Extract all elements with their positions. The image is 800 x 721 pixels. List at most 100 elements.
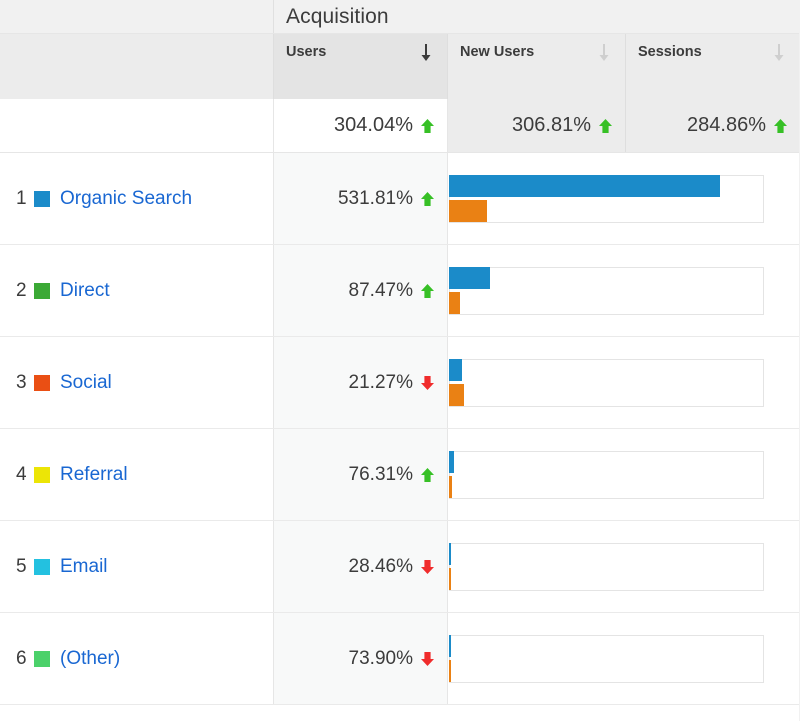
row-users-cell: 28.46% bbox=[274, 521, 448, 612]
row-dimension-cell: 6 (Other) bbox=[0, 613, 274, 704]
row-users-value: 21.27% bbox=[348, 371, 413, 393]
table-summary-row: 304.04% 306.81% 284.86% bbox=[0, 99, 800, 153]
bar-new-users bbox=[449, 383, 464, 406]
row-bar-chart-cell bbox=[448, 245, 800, 336]
table-row: 1 Organic Search 531.81% bbox=[0, 153, 800, 245]
arrow-up-icon bbox=[420, 467, 435, 483]
row-dimension-link[interactable]: Referral bbox=[60, 464, 128, 486]
row-users-value: 73.90% bbox=[348, 647, 413, 669]
row-users-cell: 87.47% bbox=[274, 245, 448, 336]
bar-users bbox=[449, 266, 490, 289]
row-bar-chart-cell bbox=[448, 337, 800, 428]
arrow-up-icon bbox=[420, 118, 435, 134]
row-users-cell: 73.90% bbox=[274, 613, 448, 704]
column-header-users[interactable]: Users bbox=[274, 34, 448, 99]
summary-sessions-value: 284.86% bbox=[687, 114, 766, 136]
table-body: 1 Organic Search 531.81% 2 Direct 87.47% 3 Soci… bbox=[0, 153, 800, 705]
summary-new-users-value: 306.81% bbox=[512, 114, 591, 136]
table-row: 2 Direct 87.47% bbox=[0, 245, 800, 337]
arrow-up-icon bbox=[420, 283, 435, 299]
row-dimension-link[interactable]: Organic Search bbox=[60, 188, 192, 210]
sort-descending-arrow-icon[interactable] bbox=[598, 44, 610, 62]
table-row: 4 Referral 76.31% bbox=[0, 429, 800, 521]
acquisition-group-label: Acquisition bbox=[286, 4, 389, 28]
row-users-cell: 21.27% bbox=[274, 337, 448, 428]
row-users-value: 87.47% bbox=[348, 279, 413, 301]
channel-color-swatch bbox=[34, 374, 50, 391]
summary-sessions-cell: 284.86% bbox=[626, 99, 800, 152]
sort-descending-arrow-icon[interactable] bbox=[773, 44, 785, 62]
row-rank: 5 bbox=[16, 555, 27, 577]
column-header-users-label: Users bbox=[286, 44, 327, 60]
bar-container bbox=[449, 634, 764, 683]
row-bar-chart-cell bbox=[448, 429, 800, 520]
row-users-cell: 531.81% bbox=[274, 153, 448, 244]
column-header-dimension[interactable] bbox=[0, 34, 274, 99]
arrow-up-icon bbox=[420, 191, 435, 207]
row-bar-chart-cell bbox=[448, 521, 800, 612]
channel-color-swatch bbox=[34, 466, 50, 483]
row-dimension-link[interactable]: Direct bbox=[60, 280, 110, 302]
bar-container bbox=[449, 266, 764, 315]
column-header-sessions[interactable]: Sessions bbox=[626, 34, 800, 99]
row-users-value: 76.31% bbox=[348, 463, 413, 485]
row-dimension-link[interactable]: (Other) bbox=[60, 648, 120, 670]
bar-new-users bbox=[449, 659, 451, 682]
row-bar-chart-cell bbox=[448, 613, 800, 704]
channel-color-swatch bbox=[34, 282, 50, 299]
bar-new-users bbox=[449, 199, 487, 222]
row-users-value: 531.81% bbox=[337, 187, 413, 209]
column-header-new-users-label: New Users bbox=[460, 44, 535, 60]
group-header-dimension-spacer bbox=[0, 0, 274, 33]
table-row: 6 (Other) 73.90% bbox=[0, 613, 800, 705]
row-rank: 2 bbox=[16, 279, 27, 301]
arrow-down-icon bbox=[420, 559, 435, 575]
row-rank: 3 bbox=[16, 371, 27, 393]
arrow-down-icon bbox=[420, 375, 435, 391]
summary-new-users-cell: 306.81% bbox=[448, 99, 626, 152]
row-dimension-cell: 4 Referral bbox=[0, 429, 274, 520]
group-header-acquisition: Acquisition bbox=[274, 0, 800, 33]
bar-users bbox=[449, 358, 462, 381]
summary-dimension-cell bbox=[0, 99, 274, 152]
row-rank: 4 bbox=[16, 463, 27, 485]
row-dimension-cell: 2 Direct bbox=[0, 245, 274, 336]
bar-container bbox=[449, 542, 764, 591]
arrow-up-icon bbox=[773, 118, 788, 134]
acquisition-channels-table: Acquisition Users New Users Sessions 304… bbox=[0, 0, 800, 721]
bar-users bbox=[449, 542, 451, 565]
arrow-down-icon bbox=[420, 651, 435, 667]
row-users-cell: 76.31% bbox=[274, 429, 448, 520]
column-header-sessions-label: Sessions bbox=[638, 44, 702, 60]
bar-users bbox=[449, 450, 454, 473]
channel-color-swatch bbox=[34, 558, 50, 575]
row-rank: 6 bbox=[16, 647, 27, 669]
bar-users bbox=[449, 174, 720, 197]
row-rank: 1 bbox=[16, 187, 27, 209]
sort-descending-arrow-icon[interactable] bbox=[420, 44, 432, 62]
row-dimension-cell: 3 Social bbox=[0, 337, 274, 428]
row-dimension-cell: 1 Organic Search bbox=[0, 153, 274, 244]
bar-new-users bbox=[449, 291, 460, 314]
row-dimension-link[interactable]: Email bbox=[60, 556, 108, 578]
table-group-header-row: Acquisition bbox=[0, 0, 800, 33]
row-dimension-cell: 5 Email bbox=[0, 521, 274, 612]
bar-container bbox=[449, 358, 764, 407]
row-dimension-link[interactable]: Social bbox=[60, 372, 112, 394]
table-row: 3 Social 21.27% bbox=[0, 337, 800, 429]
bar-container bbox=[449, 450, 764, 499]
channel-color-swatch bbox=[34, 190, 50, 207]
bar-users bbox=[449, 634, 451, 657]
bar-container bbox=[449, 174, 764, 223]
summary-users-cell: 304.04% bbox=[274, 99, 448, 152]
row-bar-chart-cell bbox=[448, 153, 800, 244]
table-row: 5 Email 28.46% bbox=[0, 521, 800, 613]
arrow-up-icon bbox=[598, 118, 613, 134]
bar-new-users bbox=[449, 475, 452, 498]
summary-users-value: 304.04% bbox=[334, 114, 413, 136]
table-column-header-row: Users New Users Sessions bbox=[0, 33, 800, 99]
column-header-new-users[interactable]: New Users bbox=[448, 34, 626, 99]
bar-new-users bbox=[449, 567, 451, 590]
row-users-value: 28.46% bbox=[348, 555, 413, 577]
channel-color-swatch bbox=[34, 650, 50, 667]
